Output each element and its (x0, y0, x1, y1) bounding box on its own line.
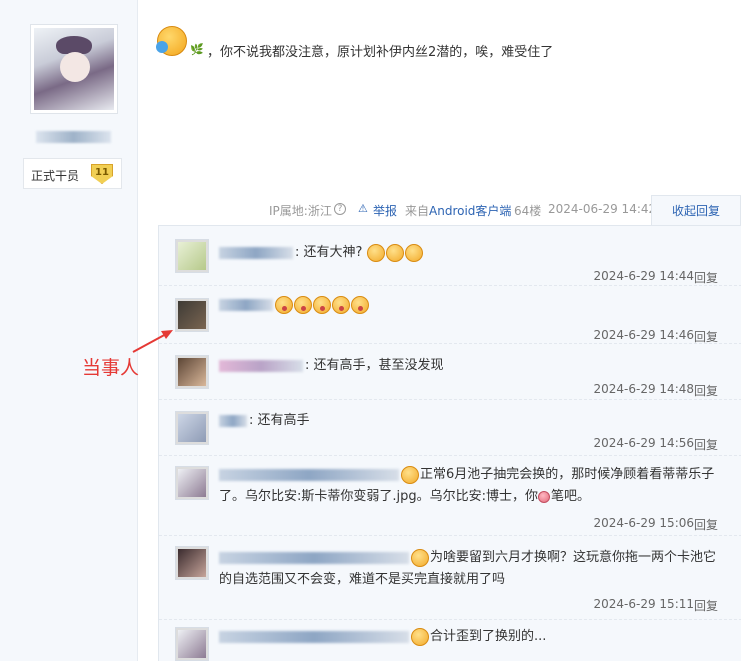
author-rank-badge: 正式干员 11 (23, 158, 122, 189)
reply-time: 2024-6-29 14:44 (593, 269, 695, 283)
confused-emoji-icon (411, 548, 429, 567)
reply-time: 2024-6-29 14:56 (593, 436, 695, 450)
reply-item: 2024-6-29 14:46 回复 (159, 286, 741, 344)
reply-button[interactable]: 回复 (694, 328, 718, 345)
smile-emoji-icon (366, 243, 385, 262)
reply-username-blurred[interactable] (219, 359, 303, 372)
reply-item: : 还有高手，甚至没发现 2024-6-29 14:48 回复 (159, 344, 741, 400)
shocked-emoji-icon (294, 295, 312, 314)
author-avatar[interactable] (30, 24, 118, 114)
reply-list: : 还有大神? 2024-6-29 14:44 回复 2024-6-29 14:… (158, 225, 741, 661)
author-name-blurred[interactable] (36, 131, 111, 143)
reply-avatar[interactable] (175, 411, 209, 445)
reply-button[interactable]: 回复 (694, 382, 718, 399)
level-shield-icon: 11 (91, 164, 113, 184)
report-link[interactable]: 举报 (373, 202, 397, 219)
reply-content: 为啥要留到六月才换啊？这玩意你拖一两个卡池它的自选范围又不会变，难道不是买完直接… (219, 548, 717, 587)
post-content: ，你不说我都没注意，原计划补伊内丝2潜的，唉，难受住了 (207, 45, 554, 60)
reply-button[interactable]: 回复 (694, 269, 718, 286)
reply-time: 2024-6-29 14:48 (593, 382, 695, 396)
reply-avatar[interactable] (175, 239, 209, 273)
reply-avatar[interactable] (175, 355, 209, 389)
reply-username-blurred[interactable] (219, 298, 273, 311)
reply-time: 2024-6-29 14:46 (593, 328, 695, 342)
shocked-emoji-icon (275, 295, 293, 314)
level-number: 11 (95, 167, 109, 178)
smile-emoji-icon (404, 243, 423, 262)
reply-avatar[interactable] (175, 298, 209, 332)
post-source: 来自Android客户端 (405, 204, 512, 218)
reply-item: : 还有高手 2024-6-29 14:56 回复 (159, 400, 741, 456)
reply-button[interactable]: 回复 (694, 516, 718, 533)
source-link[interactable]: Android客户端 (429, 204, 511, 218)
reply-item: 合计歪到了换别的... (159, 620, 741, 661)
floor-number: 64楼 (514, 204, 542, 218)
reply-username-blurred[interactable] (219, 468, 399, 481)
rank-label: 正式干员 (31, 169, 80, 183)
reply-content (219, 294, 724, 316)
reply-button[interactable]: 回复 (694, 597, 718, 614)
post-datetime: 2024-06-29 14:42 (548, 202, 657, 216)
collapse-replies-button[interactable]: 收起回复 (651, 195, 741, 226)
reply-content: 正常6月池子抽完会换的，那时候净顾着看蒂蒂乐子了。乌尔比安:斯卡蒂你变弱了.jp… (219, 465, 715, 504)
annotation-label: 当事人 (82, 357, 140, 379)
help-icon[interactable]: ? (334, 203, 346, 215)
heart-emoji-icon (538, 490, 551, 503)
reply-username-blurred[interactable] (219, 246, 293, 259)
reply-avatar[interactable] (175, 466, 209, 500)
shocked-emoji-icon (351, 295, 369, 314)
smile-emoji-icon (411, 627, 429, 646)
shocked-emoji-icon (332, 295, 350, 314)
reply-avatar[interactable] (175, 627, 209, 661)
reply-avatar[interactable] (175, 546, 209, 580)
reply-content: : 还有大神? (219, 242, 724, 264)
shocked-emoji-icon (313, 295, 331, 314)
leaf-icon: 🌿 (190, 43, 204, 56)
smile-emoji-icon (385, 243, 404, 262)
reply-username-blurred[interactable] (219, 414, 247, 427)
reply-content: 合计歪到了换别的... (219, 626, 724, 648)
reply-time: 2024-6-29 15:11 (593, 597, 695, 611)
reply-content: : 还有高手，甚至没发现 (219, 355, 724, 377)
reply-time: 2024-6-29 15:06 (593, 516, 695, 530)
cheer-emoji-icon (401, 465, 419, 484)
warning-icon: ⚠ (358, 202, 368, 215)
reply-item: : 还有大神? 2024-6-29 14:44 回复 (159, 226, 741, 286)
ip-location: IP属地:浙江 (269, 204, 332, 218)
reply-button[interactable]: 回复 (694, 436, 718, 453)
reply-item: 正常6月池子抽完会换的，那时候净顾着看蒂蒂乐子了。乌尔比安:斯卡蒂你变弱了.jp… (159, 456, 741, 536)
emoji-icon (156, 26, 187, 56)
reply-item: 为啥要留到六月才换啊？这玩意你拖一两个卡池它的自选范围又不会变，难道不是买完直接… (159, 536, 741, 620)
reply-username-blurred[interactable] (219, 630, 409, 643)
reply-content: : 还有高手 (219, 410, 724, 432)
author-sidebar: 正式干员 11 (0, 0, 138, 661)
reply-username-blurred[interactable] (219, 551, 409, 564)
